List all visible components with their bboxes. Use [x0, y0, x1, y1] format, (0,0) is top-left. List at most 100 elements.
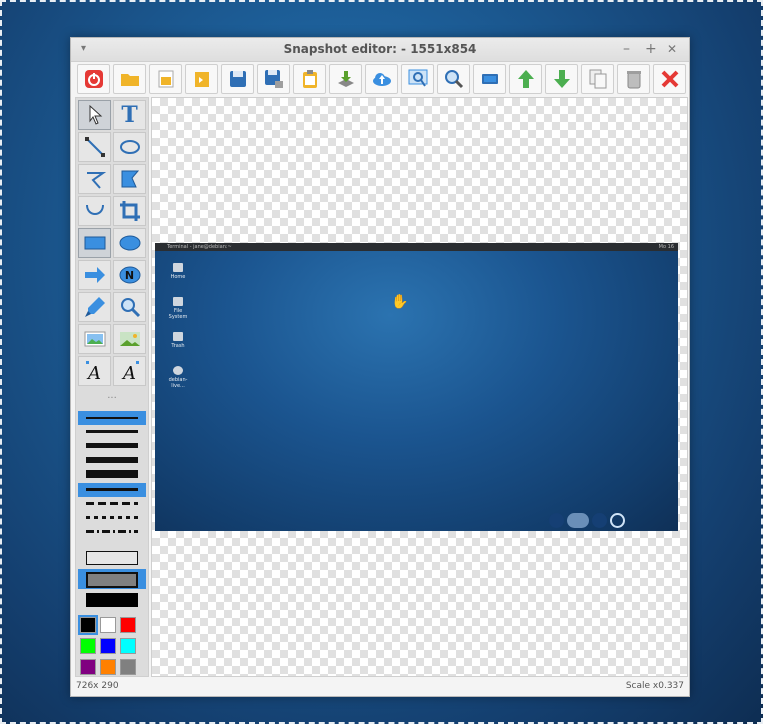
download-icon: [337, 71, 354, 87]
highlighter-icon: [84, 297, 105, 317]
screen-button[interactable]: [473, 64, 506, 94]
number-tool[interactable]: N: [113, 260, 146, 290]
polygon-tool[interactable]: [113, 164, 146, 194]
download-button[interactable]: [329, 64, 362, 94]
zoom-fit-button[interactable]: [401, 64, 434, 94]
quit-button[interactable]: [77, 64, 110, 94]
curve-tool[interactable]: [78, 196, 111, 226]
arrow-right-icon: [84, 267, 105, 283]
window-title: Snapshot editor: - 1551x854: [283, 42, 477, 56]
rectangle-icon: [84, 236, 105, 250]
copy-icon: [589, 69, 606, 89]
snapshot-panel-left: Terminal - jane@debian:~: [167, 244, 232, 250]
dock-item: [549, 513, 564, 528]
screen-icon: [481, 74, 498, 84]
color-swatch[interactable]: [80, 638, 96, 654]
fill-style-outline[interactable]: [78, 548, 146, 568]
open-button[interactable]: [113, 64, 146, 94]
fill-style-semi[interactable]: [78, 569, 146, 589]
upload-cloud-icon: [372, 73, 391, 86]
highlighter-tool[interactable]: [78, 292, 111, 322]
text-icon: T: [121, 102, 138, 128]
dock-item: [567, 513, 589, 528]
magnifier-icon: [120, 298, 140, 318]
text-tool[interactable]: T: [113, 100, 146, 130]
move-down-button[interactable]: [545, 64, 578, 94]
svg-text:A: A: [121, 363, 136, 383]
arrow-tool[interactable]: [78, 260, 111, 290]
magnifier-tool[interactable]: [113, 292, 146, 322]
new-button[interactable]: [149, 64, 182, 94]
polyline-tool[interactable]: [78, 164, 111, 194]
move-up-button[interactable]: [509, 64, 542, 94]
snapshot-image: Terminal - jane@debian:~ Mo 16 Home File…: [155, 243, 678, 531]
dash-style-solid[interactable]: [78, 483, 146, 497]
line-width-1[interactable]: [78, 411, 146, 425]
import-button[interactable]: [185, 64, 218, 94]
snapshot-editor-window: ▾ Snapshot editor: - 1551x854 – + ✕ T N …: [70, 37, 690, 697]
color-swatch[interactable]: [80, 659, 96, 675]
copy-button[interactable]: [581, 64, 614, 94]
line-width-2[interactable]: [78, 425, 146, 439]
line-tool[interactable]: [78, 132, 111, 162]
zoom-fit-icon: [408, 69, 427, 87]
hand-cursor-icon: ✋: [391, 294, 409, 310]
line-width-3[interactable]: [78, 439, 146, 453]
snapshot-top-panel: Terminal - jane@debian:~ Mo 16: [155, 243, 678, 251]
image-canvas[interactable]: Terminal - jane@debian:~ Mo 16 Home File…: [151, 97, 688, 677]
ellipse-outline-tool[interactable]: [113, 132, 146, 162]
landscape-icon: [119, 332, 140, 346]
select-tool[interactable]: [78, 100, 111, 130]
line-width-5[interactable]: [78, 467, 146, 481]
font-icon: A: [85, 361, 101, 383]
zoom-actual-button[interactable]: [437, 64, 470, 94]
image-tool[interactable]: [78, 324, 111, 354]
fill-style-solid[interactable]: [78, 590, 146, 610]
save-as-button[interactable]: [257, 64, 290, 94]
color-swatch[interactable]: [100, 617, 116, 633]
upload-button[interactable]: [365, 64, 398, 94]
polygon-icon: [121, 170, 139, 188]
dash-style-dot[interactable]: [78, 511, 146, 525]
ellipse-tool[interactable]: [113, 228, 146, 258]
dock-item: [610, 513, 625, 528]
close-button[interactable]: ✕: [667, 42, 677, 56]
snapshot-icon-trash: Trash: [166, 332, 190, 349]
status-size: 726x 290: [76, 681, 119, 691]
snapshot-icon-home: Home: [166, 263, 190, 280]
zoom-actual-icon: [444, 70, 463, 89]
crop-tool[interactable]: [113, 196, 146, 226]
image-icon: [84, 331, 105, 347]
color-swatch[interactable]: [120, 617, 136, 633]
snapshot-icon-filesystem: File System: [166, 297, 190, 320]
minimize-button[interactable]: –: [623, 41, 630, 57]
close-document-button[interactable]: [653, 64, 686, 94]
line-width-4[interactable]: [78, 453, 146, 467]
color-swatch[interactable]: [100, 659, 116, 675]
rectangle-tool[interactable]: [78, 228, 111, 258]
quit-icon: [84, 70, 103, 88]
font-tool[interactable]: A: [78, 356, 111, 386]
tools-panel: T N A A ...: [75, 97, 149, 677]
import-icon: [194, 72, 209, 87]
arrow-down-icon: [553, 70, 570, 88]
titlebar: ▾ Snapshot editor: - 1551x854 – + ✕: [71, 38, 689, 62]
save-button[interactable]: [221, 64, 254, 94]
font-style-tool[interactable]: A: [113, 356, 146, 386]
save-as-icon: [264, 70, 283, 88]
dash-style-dash[interactable]: [78, 497, 146, 511]
clipboard-button[interactable]: [293, 64, 326, 94]
ellipse-filled-icon: [119, 235, 140, 251]
maximize-button[interactable]: +: [645, 41, 657, 57]
color-swatch[interactable]: [120, 638, 136, 654]
background-tool[interactable]: [113, 324, 146, 354]
dash-style-dash-dot[interactable]: [78, 525, 146, 539]
color-swatch[interactable]: [78, 615, 98, 635]
trash-button[interactable]: [617, 64, 650, 94]
close-red-icon: [661, 70, 678, 88]
svg-text:A: A: [86, 363, 101, 383]
status-bar: 726x 290 Scale x0.337: [71, 677, 689, 696]
color-swatch[interactable]: [120, 659, 136, 675]
color-swatch[interactable]: [100, 638, 116, 654]
snapshot-icon-disc: debian-live...: [166, 366, 190, 389]
